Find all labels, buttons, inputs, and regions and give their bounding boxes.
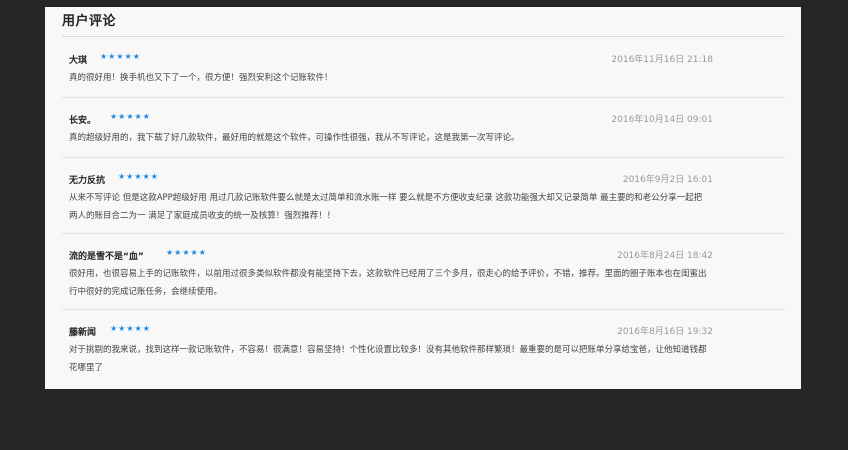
- review-item: 无力反抗 ★★★★★ 2016年9月2日 16:01 从来不写评论 但是这款AP…: [62, 158, 785, 234]
- star-rating: ★★★★★: [100, 52, 141, 61]
- review-author: 无力反抗: [69, 176, 106, 186]
- review-date: 2016年8月24日 18:42: [617, 251, 713, 261]
- review-date: 2016年11月16日 21:18: [611, 55, 713, 65]
- review-item: 大琪 ★★★★★ 2016年11月16日 21:18 真的很好用！换手机也又下了…: [62, 37, 785, 98]
- review-content: 真的很好用！换手机也又下了一个，很方便！强烈安利这个记账软件！: [69, 73, 333, 83]
- review-item: 流的是雪不是“血” ★★★★★ 2016年8月24日 18:42 很好用，也很容…: [62, 234, 785, 310]
- review-content: 真的超级好用的，我下载了好几款软件，最好用的就是这个软件，可操作性很强，我从不写…: [69, 133, 520, 143]
- section-title: 用户评论: [62, 14, 117, 29]
- review-item: 藤新闻 ★★★★★ 2016年8月16日 19:32 对于挑剔的我来说，找到这样…: [62, 310, 785, 386]
- review-author: 大琪: [69, 56, 88, 66]
- review-date: 2016年10月14日 09:01: [611, 115, 713, 125]
- review-author: 藤新闻: [69, 328, 97, 338]
- review-content: 对于挑剔的我来说，找到这样一款记账软件，不容易！很满意！容易坚持！个性化设置比较…: [69, 345, 707, 373]
- star-rating: ★★★★★: [110, 112, 151, 121]
- star-rating: ★★★★★: [118, 172, 159, 181]
- review-content: 从来不写评论 但是这款APP超级好用 用过几款记账软件要么就是太过简单和流水账一…: [69, 193, 703, 221]
- reviews-panel: 用户评论 大琪 ★★★★★ 2016年11月16日 21:18 真的很好用！换手…: [45, 7, 801, 389]
- review-author: 流的是雪不是“血”: [69, 252, 144, 262]
- review-author: 长安。: [69, 116, 97, 126]
- review-date: 2016年9月2日 16:01: [622, 175, 713, 185]
- review-content: 很好用，也很容易上手的记账软件，以前用过很多类似软件都没有能坚持下去，这款软件已…: [69, 269, 707, 297]
- star-rating: ★★★★★: [166, 248, 207, 257]
- review-item: 长安。 ★★★★★ 2016年10月14日 09:01 真的超级好用的，我下载了…: [62, 98, 785, 158]
- review-date: 2016年8月16日 19:32: [617, 327, 713, 337]
- star-rating: ★★★★★: [110, 324, 151, 333]
